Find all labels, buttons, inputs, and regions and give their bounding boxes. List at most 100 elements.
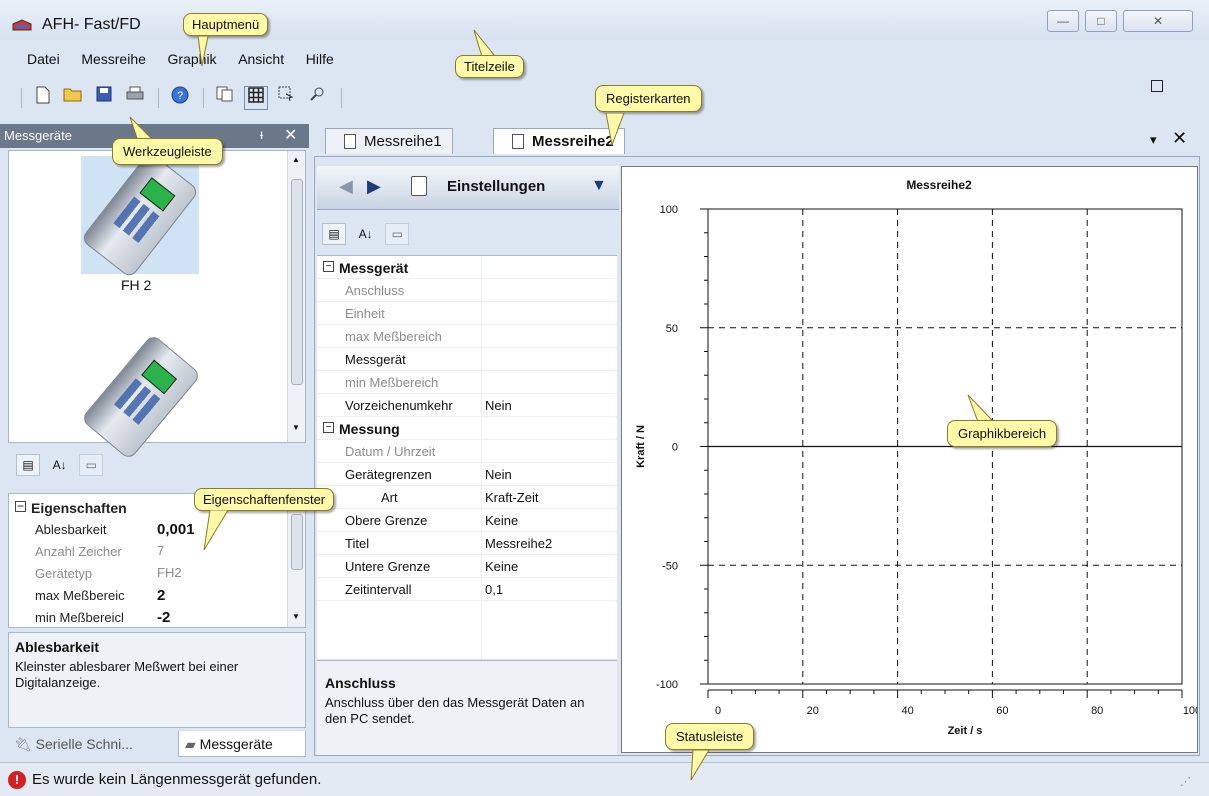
grid-icon[interactable] [243,86,268,110]
property-value: 0,1 [485,582,504,597]
property-row[interactable]: max Meßbereich [317,325,617,348]
property-row[interactable]: Zeitintervall 0,1 [317,578,617,601]
x-tick-label: 0 [715,705,721,717]
property-row[interactable]: Gerätetyp FH2 [9,564,279,584]
scroll-down-icon[interactable]: ▼ [292,423,300,432]
property-row[interactable]: Anschluss [317,279,617,302]
tab-messreihe1[interactable]: Messreihe1 [325,128,453,154]
y-tick-label: -50 [662,560,678,572]
callout-hauptmenue: Hauptmenü [183,13,269,36]
pin-icon[interactable]: ᵻ [260,126,263,142]
categorized-icon[interactable]: ▤ [322,223,346,245]
callout-tail [605,113,625,147]
property-name: Titel [345,536,370,551]
x-tick-label: 80 [1091,705,1103,717]
property-category: Messgerät [339,260,409,276]
property-category-row[interactable]: − Messgerät [317,256,617,279]
minimize-button[interactable]: — [1047,10,1079,32]
status-bar: ! Es wurde kein Längenmessgerät gefunden… [0,762,1209,796]
toolbar-separator [340,88,342,108]
next-arrow-icon[interactable]: ▶ [367,176,381,197]
copy-icon[interactable] [213,86,237,110]
callout-graphikbereich: Graphikbereich [947,420,1058,447]
callout-statusleiste: Statusleiste [665,723,755,750]
categorized-icon[interactable]: ▤ [16,454,40,476]
title-bar [0,0,1209,40]
property-name: max Meßbereic [35,588,125,603]
previous-arrow-icon[interactable]: ◀ [339,176,353,197]
scroll-thumb[interactable] [291,179,303,385]
x-tick-label: 20 [807,705,819,717]
new-file-icon[interactable] [31,86,55,110]
tab-list-dropdown-icon[interactable]: ▾ [1150,132,1157,148]
collapse-icon[interactable]: − [323,261,334,272]
property-row[interactable]: min Meßbereich [317,371,617,394]
property-row[interactable]: Obere Grenze Keine [317,509,617,532]
collapse-icon[interactable]: − [15,500,26,512]
mdi-restore-icon[interactable] [1151,80,1163,92]
property-value: -2 [157,609,171,626]
device-list-scrollbar[interactable]: ▲ ▼ [287,151,305,442]
property-pages-icon[interactable]: ▭ [79,454,104,476]
collapse-icon[interactable]: − [323,422,334,433]
description-text: Anschluss über den das Messgerät Daten a… [325,695,585,726]
callout-titelzeile: Titelzeile [455,55,524,78]
help-icon[interactable]: ? [168,86,192,110]
device-image [80,151,200,279]
property-value: Keine [485,513,519,528]
x-tick-label: 60 [996,705,1008,717]
save-icon[interactable] [92,86,116,110]
scroll-thumb[interactable] [291,514,303,570]
zoom-icon[interactable] [305,86,329,110]
tab-devices[interactable]: ▰ Messgeräte [178,731,306,757]
property-row[interactable]: min Meßbereicl -2 [9,608,279,628]
menu-datei[interactable]: Datei [18,48,69,70]
property-pages-icon[interactable]: ▭ [385,223,410,245]
property-name: Art [381,490,398,505]
property-row[interactable]: Gerätegrenzen Nein [317,463,617,486]
menu-ansicht[interactable]: Ansicht [229,48,293,70]
property-row[interactable]: Untere Grenze Keine [317,555,617,578]
settings-dropdown-icon[interactable]: ▼ [591,177,607,195]
panel-close-icon[interactable]: ✕ [284,125,297,145]
scroll-up-icon[interactable]: ▲ [292,155,300,164]
tab-serial-interface[interactable]: 🔌︎ Serielle Schni... [8,731,176,757]
close-window-button[interactable]: ✕ [1123,10,1193,32]
chart-area[interactable]: Messreihe2 100 50 0 -50 -100 0 20 40 60 80 100 Zeit … [621,166,1198,753]
document-icon [344,134,356,149]
property-row[interactable]: Vorzeichenumkehr Nein [317,394,617,417]
property-name: Vorzeichenumkehr [345,398,453,413]
x-axis-label: Zeit / s [948,725,983,737]
property-category-row[interactable]: − Messung [317,417,617,440]
resize-grip-icon[interactable]: ⋰ [1180,775,1191,788]
sort-alpha-icon[interactable]: A↓ [48,455,72,477]
property-row[interactable]: Messgerät [317,348,617,371]
open-folder-icon[interactable] [61,86,85,110]
property-row[interactable]: Art Kraft-Zeit [317,486,617,509]
select-icon[interactable] [274,86,298,110]
property-description-mid: Anschluss Anschluss über den das Messger… [317,660,617,755]
menu-messreihe[interactable]: Messreihe [72,48,155,70]
device-item-fh2[interactable] [80,151,200,279]
close-icon: ✕ [1152,14,1164,28]
property-value: Keine [485,559,519,574]
properties-scrollbar[interactable]: ▼ [287,494,305,627]
menu-hilfe[interactable]: Hilfe [297,48,343,70]
property-row[interactable]: Einheit [317,302,617,325]
y-axis-label: Kraft / N [635,425,647,468]
settings-label[interactable]: Einstellungen [447,178,545,195]
device-item-second[interactable] [80,333,202,461]
left-panel-tabs: 🔌︎ Serielle Schni... ▰ Messgeräte [8,731,306,757]
sort-alpha-icon[interactable]: A↓ [354,224,378,246]
x-tick-label: 100 [1183,705,1197,717]
property-row[interactable]: max Meßbereic 2 [9,586,279,606]
window-title: AFH- Fast/FD [42,16,141,33]
tab-close-icon[interactable]: ✕ [1172,128,1187,149]
property-row[interactable]: Datum / Uhrzeit [317,440,617,463]
property-row[interactable]: Titel Messreihe2 [317,532,617,555]
x-tick-label: 40 [901,705,913,717]
print-icon[interactable] [123,86,147,110]
properties-toolbar-mid: ▤ A↓ ▭ [322,223,413,246]
maximize-button[interactable]: □ [1085,10,1117,32]
scroll-down-icon[interactable]: ▼ [292,612,300,621]
